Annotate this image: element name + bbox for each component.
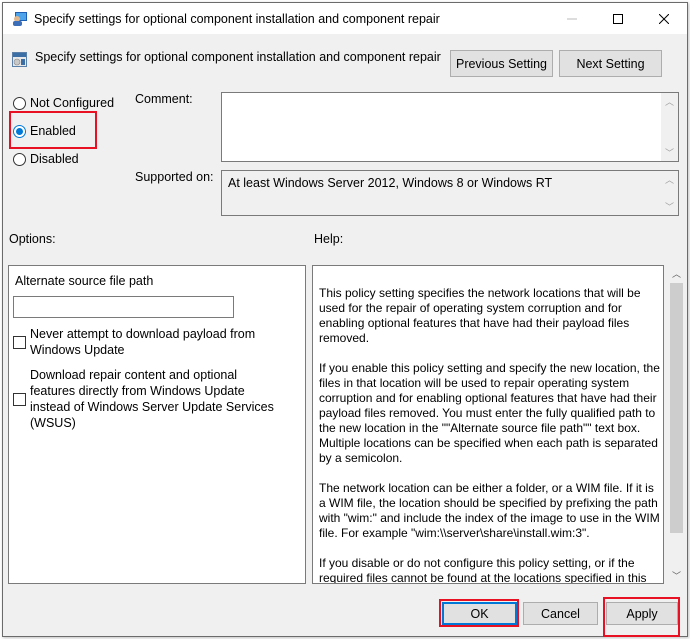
supported-on-value: At least Windows Server 2012, Windows 8 … <box>228 176 553 190</box>
setting-name: Specify settings for optional component … <box>35 50 441 64</box>
scrollbar-thumb[interactable] <box>670 283 683 533</box>
radio-label: Disabled <box>30 152 79 166</box>
radio-not-configured[interactable]: Not Configured <box>13 96 114 110</box>
radio-disabled[interactable]: Disabled <box>13 152 79 166</box>
scroll-down-icon[interactable]: ﹀ <box>668 567 685 584</box>
window-title: Specify settings for optional component … <box>34 12 440 26</box>
enabled-highlight-box <box>9 111 97 149</box>
policy-setting-icon <box>12 52 27 67</box>
scroll-down-icon[interactable]: ﹀ <box>661 198 678 215</box>
cancel-button[interactable]: Cancel <box>523 602 598 625</box>
options-panel: Alternate source file path Never attempt… <box>8 265 306 584</box>
help-paragraph: If you disable or do not configure this … <box>319 556 647 584</box>
supported-on-label: Supported on: <box>135 170 214 184</box>
minimize-icon <box>567 18 577 19</box>
scroll-up-icon[interactable]: ︿ <box>661 93 678 110</box>
options-label: Options: <box>9 232 56 246</box>
radio-circle[interactable] <box>13 96 26 110</box>
radio-circle[interactable] <box>13 152 26 166</box>
minimize-button[interactable] <box>549 3 595 34</box>
ok-highlight-box <box>439 599 519 627</box>
help-paragraph: The network location can be either a fol… <box>319 481 660 540</box>
group-policy-icon <box>13 12 27 26</box>
comment-textarea[interactable]: ︿ ﹀ <box>221 92 679 162</box>
scroll-down-icon[interactable]: ﹀ <box>661 144 678 161</box>
help-scrollbar[interactable]: ︿ ﹀ <box>668 265 685 584</box>
supported-on-box: At least Windows Server 2012, Windows 8 … <box>221 170 679 216</box>
help-text-box: This policy setting specifies the networ… <box>312 265 664 584</box>
download-from-wu-checkbox[interactable] <box>13 392 26 406</box>
apply-highlight-box <box>603 597 680 637</box>
close-button[interactable] <box>641 3 687 34</box>
help-label: Help: <box>314 232 344 246</box>
comment-label: Comment: <box>135 92 193 106</box>
alternate-path-input[interactable] <box>13 296 234 318</box>
supported-scrollbar[interactable]: ︿ ﹀ <box>661 171 678 215</box>
download-from-wu-checkbox-row[interactable]: Download repair content and optional fea… <box>13 367 275 431</box>
policy-settings-dialog: Specify settings for optional component … <box>2 2 688 637</box>
help-text: This policy setting specifies the networ… <box>319 286 661 584</box>
checkbox-label: Download repair content and optional fea… <box>30 368 274 430</box>
close-icon <box>659 13 669 24</box>
scroll-up-icon[interactable]: ︿ <box>668 265 685 282</box>
checkbox-label: Never attempt to download payload from W… <box>30 327 256 357</box>
next-setting-button[interactable]: Next Setting <box>559 50 662 77</box>
scroll-up-icon[interactable]: ︿ <box>661 171 678 188</box>
maximize-icon <box>613 13 623 24</box>
title-bar[interactable]: Specify settings for optional component … <box>3 3 687 34</box>
radio-label: Not Configured <box>30 96 115 110</box>
help-panel: This policy setting specifies the networ… <box>312 265 690 584</box>
help-paragraph: This policy setting specifies the networ… <box>319 286 641 345</box>
comment-scrollbar[interactable]: ︿ ﹀ <box>661 93 678 161</box>
never-download-checkbox[interactable] <box>13 335 26 349</box>
maximize-button[interactable] <box>595 3 641 34</box>
alternate-path-label: Alternate source file path <box>15 274 154 288</box>
never-download-checkbox-row[interactable]: Never attempt to download payload from W… <box>13 326 260 358</box>
previous-setting-button[interactable]: Previous Setting <box>450 50 553 77</box>
help-paragraph: If you enable this policy setting and sp… <box>319 361 660 465</box>
